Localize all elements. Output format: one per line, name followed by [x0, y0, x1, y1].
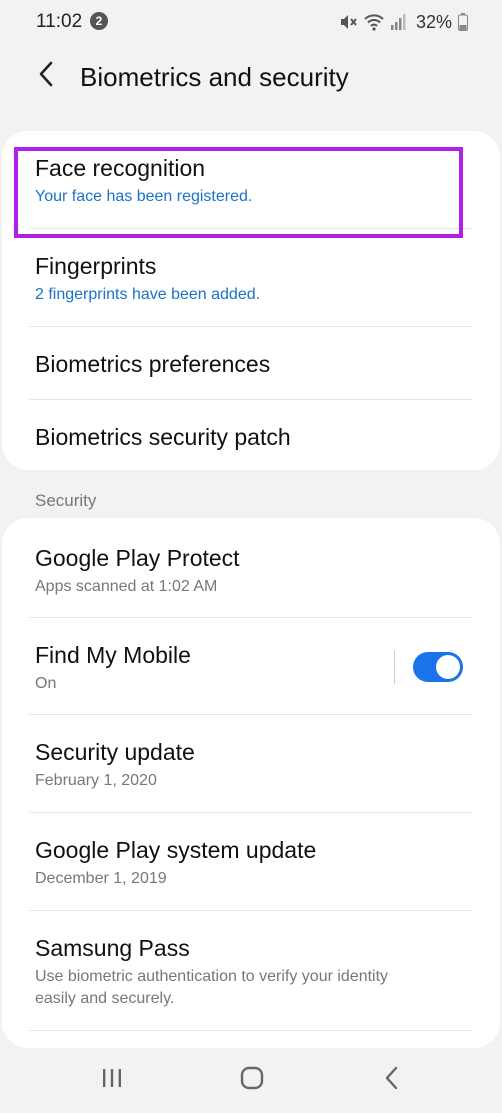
notification-count-badge: 2 [90, 12, 108, 30]
item-subtitle-line2: easily and securely. [35, 990, 175, 1007]
item-subtitle: February 1, 2020 [35, 772, 157, 789]
item-title: Samsung Pass [35, 935, 190, 961]
divider [29, 1030, 473, 1031]
battery-percent: 32% [415, 11, 452, 32]
section-label-security: Security [35, 491, 97, 510]
back-button[interactable] [30, 60, 62, 92]
battery-icon [458, 13, 468, 31]
item-title: Biometrics security patch [35, 424, 291, 450]
item-subtitle: December 1, 2019 [35, 870, 167, 887]
status-icons: 32% [338, 10, 468, 34]
page-title: Biometrics and security [80, 62, 349, 92]
biometrics-security-patch-item[interactable]: Biometrics security patch [2, 400, 500, 470]
toggle-separator [394, 650, 395, 684]
back-icon [37, 61, 55, 92]
app-header: Biometrics and security [0, 46, 502, 110]
google-play-system-update-item[interactable]: Google Play system update December 1, 20… [2, 813, 500, 910]
security-card: Google Play Protect Apps scanned at 1:02… [2, 518, 500, 1048]
status-bar: 11:02 2 32% [0, 0, 502, 46]
item-subtitle-line1: Use biometric authentication to verify y… [35, 968, 389, 985]
item-title: Fingerprints [35, 253, 157, 279]
security-update-item[interactable]: Security update February 1, 2020 [2, 715, 500, 812]
item-title: Google Play Protect [35, 545, 240, 571]
toggle-knob [436, 655, 460, 679]
item-subtitle: Apps scanned at 1:02 AM [35, 578, 218, 595]
biometrics-preferences-item[interactable]: Biometrics preferences [2, 327, 500, 399]
fingerprints-item[interactable]: Fingerprints 2 fingerprints have been ad… [2, 229, 500, 326]
samsung-pass-item[interactable]: Samsung Pass Use biometric authenticatio… [2, 911, 500, 1031]
signal-icon [390, 13, 406, 31]
navigation-bar [0, 1048, 502, 1113]
recents-button[interactable] [92, 1062, 132, 1098]
item-title: Security update [35, 739, 195, 765]
status-time: 11:02 [36, 11, 83, 32]
recents-icon [101, 1068, 123, 1093]
item-title: Google Play system update [35, 837, 317, 863]
item-subtitle: On [35, 675, 57, 692]
item-title: Find My Mobile [35, 642, 191, 668]
google-play-protect-item[interactable]: Google Play Protect Apps scanned at 1:02… [2, 518, 500, 617]
nav-back-icon [384, 1066, 400, 1095]
home-button[interactable] [232, 1062, 272, 1098]
wifi-icon [364, 13, 384, 31]
item-title: Biometrics preferences [35, 351, 271, 377]
mute-icon [338, 12, 358, 32]
home-icon [240, 1066, 264, 1095]
find-my-mobile-toggle[interactable] [413, 652, 463, 682]
item-subtitle: 2 fingerprints have been added. [35, 286, 261, 303]
highlight-box [14, 147, 463, 238]
nav-back-button[interactable] [372, 1062, 412, 1098]
